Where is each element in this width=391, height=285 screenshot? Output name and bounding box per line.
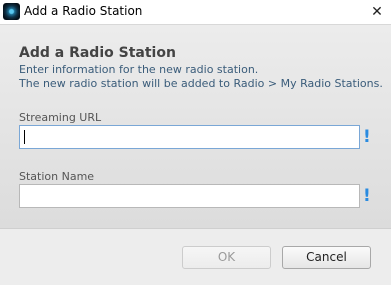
- radio-app-icon: [3, 3, 20, 20]
- ok-button[interactable]: OK: [182, 246, 271, 269]
- window-title: Add a Radio Station: [24, 4, 143, 18]
- dialog-description-line1: Enter information for the new radio stat…: [19, 63, 259, 76]
- dialog-footer: OK Cancel: [0, 228, 391, 285]
- dialog-heading: Add a Radio Station: [19, 45, 176, 61]
- required-field-icon: !: [363, 186, 371, 206]
- close-icon[interactable]: ✕: [368, 3, 386, 21]
- streaming-url-label: Streaming URL: [19, 111, 102, 124]
- required-field-icon: !: [363, 127, 371, 147]
- streaming-url-input[interactable]: [19, 125, 360, 149]
- dialog-content: Add a Radio Station Enter information fo…: [0, 24, 391, 228]
- text-caret: [24, 130, 25, 144]
- dialog-description-line2: The new radio station will be added to R…: [19, 77, 383, 90]
- title-bar: Add a Radio Station ✕: [0, 0, 391, 24]
- station-name-label: Station Name: [19, 170, 95, 183]
- cancel-button[interactable]: Cancel: [282, 246, 371, 269]
- station-name-input[interactable]: [19, 184, 360, 208]
